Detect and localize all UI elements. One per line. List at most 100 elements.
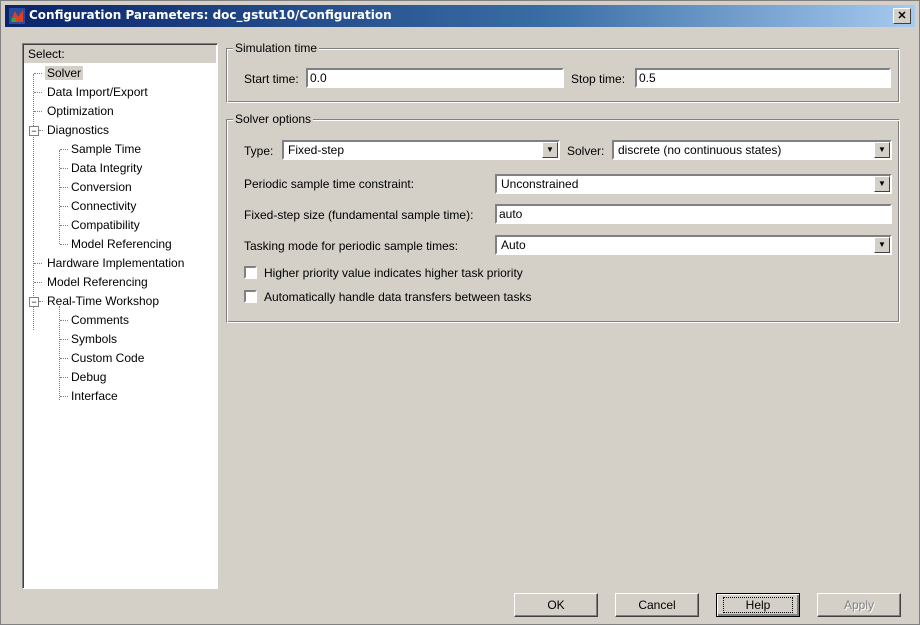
higher-priority-checkbox[interactable] — [244, 266, 257, 279]
tree-item-label: Interface — [71, 389, 118, 403]
tree-item-compatibility[interactable]: Compatibility — [71, 216, 140, 234]
tree-hconn — [60, 339, 68, 340]
type-dropdown[interactable]: Fixed-step ▼ — [282, 140, 560, 160]
tree-item-label: Compatibility — [71, 218, 140, 232]
tree-item-data-integrity[interactable]: Data Integrity — [71, 159, 142, 177]
tree-item-solver[interactable]: Solver — [45, 64, 84, 82]
tree-hconn — [34, 92, 42, 93]
tree-item-label: Symbols — [71, 332, 118, 346]
stop-time-field[interactable]: 0.5 — [635, 68, 891, 88]
close-button[interactable]: ✕ — [893, 8, 911, 24]
title-bar[interactable]: Configuration Parameters: doc_gstut10/Co… — [5, 5, 915, 27]
config-dialog: Configuration Parameters: doc_gstut10/Co… — [0, 0, 920, 625]
tree-item-model-referencing[interactable]: Model Referencing — [47, 273, 148, 291]
tree-hconn — [60, 244, 68, 245]
ok-button[interactable]: OK — [514, 593, 598, 617]
tree-item-label: Hardware Implementation — [47, 256, 185, 270]
tree-hconn — [60, 358, 68, 359]
cancel-button[interactable]: Cancel — [615, 593, 699, 617]
tree-hconn — [60, 225, 68, 226]
tree-hconn — [60, 168, 68, 169]
solver-label: Solver: — [567, 144, 605, 158]
select-tree[interactable]: Select: Solver Data Import/Export Optimi… — [22, 43, 218, 589]
start-time-label: Start time: — [244, 72, 299, 86]
tree-connector — [59, 150, 60, 244]
tree-hconn — [34, 111, 42, 112]
tree-hconn — [60, 149, 68, 150]
tree-item-connectivity[interactable]: Connectivity — [71, 197, 136, 215]
auto-transfer-label: Automatically handle data transfers betw… — [264, 290, 532, 304]
tree-hconn — [34, 263, 42, 264]
tree-item-label: Comments — [71, 313, 130, 327]
tree-item-conversion[interactable]: Conversion — [71, 178, 132, 196]
window-title: Configuration Parameters: doc_gstut10/Co… — [29, 8, 392, 22]
tree-item-sample-time[interactable]: Sample Time — [71, 140, 141, 158]
tree-item-label: Model Referencing — [71, 237, 172, 251]
tree-item-comments[interactable]: Comments — [71, 311, 129, 329]
tree-item-debug[interactable]: Debug — [71, 368, 106, 386]
chevron-down-icon[interactable]: ▼ — [542, 142, 558, 158]
tree-item-symbols[interactable]: Symbols — [71, 330, 117, 348]
tree-hconn — [39, 130, 43, 131]
tree-item-label: Optimization — [47, 104, 114, 118]
solver-options-legend: Solver options — [233, 112, 314, 126]
tree-hconn — [60, 187, 68, 188]
fixed-step-label: Fixed-step size (fundamental sample time… — [244, 208, 474, 222]
tree-item-label: Connectivity — [71, 199, 137, 213]
tasking-mode-value: Auto — [501, 238, 526, 252]
tree-item-interface[interactable]: Interface — [71, 387, 118, 405]
stop-time-label: Stop time: — [571, 72, 626, 86]
tree-hconn — [39, 301, 43, 302]
ok-button-label: OK — [547, 598, 565, 612]
periodic-constraint-label: Periodic sample time constraint: — [244, 177, 415, 191]
tree-item-label: Sample Time — [71, 142, 142, 156]
start-time-field[interactable]: 0.0 — [306, 68, 564, 88]
tree-item-label: Conversion — [71, 180, 132, 194]
tree-connector — [33, 74, 34, 330]
apply-button[interactable]: Apply — [817, 593, 901, 617]
tree-item-label: Diagnostics — [47, 123, 110, 137]
cancel-button-label: Cancel — [638, 598, 676, 612]
solver-dropdown[interactable]: discrete (no continuous states) ▼ — [612, 140, 892, 160]
collapse-icon[interactable]: − — [29, 297, 39, 307]
tree-item-label: Real-Time Workshop — [47, 294, 160, 308]
collapse-icon[interactable]: − — [29, 126, 39, 136]
chevron-down-icon[interactable]: ▼ — [874, 176, 890, 192]
chevron-down-icon[interactable]: ▼ — [874, 142, 890, 158]
chevron-down-icon[interactable]: ▼ — [874, 237, 890, 253]
type-label: Type: — [244, 144, 274, 158]
tree-item-diagnostics[interactable]: Diagnostics — [47, 121, 109, 139]
tree-item-custom-code[interactable]: Custom Code — [71, 349, 144, 367]
type-value: Fixed-step — [288, 143, 345, 157]
tasking-mode-label: Tasking mode for periodic sample times: — [244, 239, 459, 253]
tree-item-label: Data Import/Export — [47, 85, 148, 99]
close-icon: ✕ — [897, 10, 907, 22]
tree-item-hardware-implementation[interactable]: Hardware Implementation — [47, 254, 184, 272]
select-header: Select: — [24, 45, 216, 63]
apply-button-label: Apply — [843, 598, 875, 612]
simulink-icon — [9, 8, 25, 24]
tree-hconn — [60, 320, 68, 321]
tasking-mode-dropdown[interactable]: Auto ▼ — [495, 235, 892, 255]
solver-value: discrete (no continuous states) — [618, 143, 782, 157]
help-button[interactable]: Help — [716, 593, 800, 617]
tree-hconn — [60, 206, 68, 207]
tree-item-label: Model Referencing — [47, 275, 148, 289]
tree-item-label: Debug — [71, 370, 107, 384]
fixed-step-field[interactable]: auto — [495, 204, 892, 224]
tree-item-label: Custom Code — [71, 351, 145, 365]
simulation-time-legend: Simulation time — [233, 41, 320, 55]
tree-item-model-referencing-diag[interactable]: Model Referencing — [71, 235, 172, 253]
tree-item-label: Data Integrity — [71, 161, 143, 175]
tree-item-data-import-export[interactable]: Data Import/Export — [47, 83, 148, 101]
tree-item-optimization[interactable]: Optimization — [47, 102, 114, 120]
tree-item-real-time-workshop[interactable]: Real-Time Workshop — [47, 292, 159, 310]
tree-hconn — [34, 73, 42, 74]
periodic-constraint-value: Unconstrained — [501, 177, 579, 191]
auto-transfer-checkbox[interactable] — [244, 290, 257, 303]
help-button-label: Help — [722, 597, 794, 613]
tree-hconn — [34, 282, 42, 283]
tree-hconn — [60, 396, 68, 397]
tree-item-label: Solver — [45, 66, 84, 80]
periodic-constraint-dropdown[interactable]: Unconstrained ▼ — [495, 174, 892, 194]
